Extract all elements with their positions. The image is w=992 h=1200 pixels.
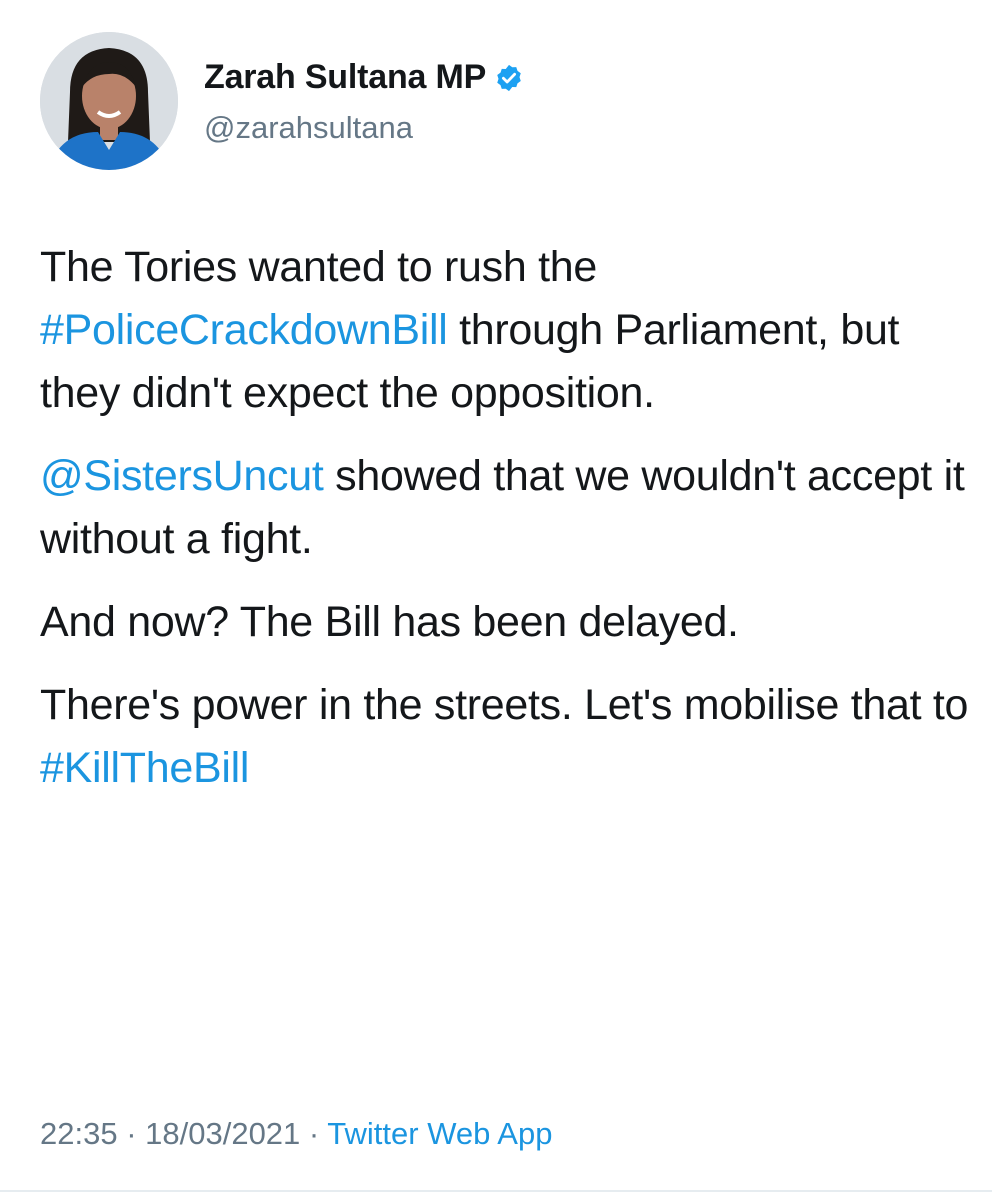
- tweet-date[interactable]: 18/03/2021: [145, 1116, 300, 1151]
- avatar[interactable]: [40, 32, 178, 170]
- tweet-meta: 22:35 · 18/03/2021 · Twitter Web App: [40, 1116, 552, 1152]
- tweet-paragraph: And now? The Bill has been delayed.: [40, 591, 970, 654]
- author-name-row[interactable]: Zarah Sultana MP: [204, 58, 524, 97]
- tweet-text-segment: There's power in the streets. Let's mobi…: [40, 681, 969, 729]
- tweet-time[interactable]: 22:35: [40, 1116, 118, 1151]
- tweet-text: The Tories wanted to rush the #PoliceCra…: [40, 236, 970, 820]
- meta-separator: ·: [117, 1116, 146, 1151]
- tweet-text-segment: And now? The Bill has been delayed.: [40, 598, 739, 646]
- hashtag-kill-the-bill-link[interactable]: #KillTheBill: [40, 744, 249, 792]
- tweet-source-link[interactable]: Twitter Web App: [327, 1116, 552, 1151]
- tweet-card: Zarah Sultana MP @zarahsultana The Torie…: [0, 0, 992, 1200]
- verified-badge-icon: [494, 63, 524, 93]
- author-display-name[interactable]: Zarah Sultana MP: [204, 58, 486, 97]
- meta-separator: ·: [300, 1116, 328, 1151]
- avatar-portrait: [40, 32, 178, 170]
- mention-sisters-uncut-link[interactable]: @SistersUncut: [40, 452, 324, 500]
- divider: [0, 1190, 992, 1192]
- author-handle[interactable]: @zarahsultana: [204, 110, 413, 146]
- tweet-paragraph: @SistersUncut showed that we wouldn't ac…: [40, 445, 970, 571]
- tweet-text-segment: The Tories wanted to rush the: [40, 243, 597, 291]
- hashtag-police-crackdown-bill-link[interactable]: #PoliceCrackdownBill: [40, 306, 448, 354]
- tweet-paragraph: The Tories wanted to rush the #PoliceCra…: [40, 236, 970, 425]
- tweet-paragraph: There's power in the streets. Let's mobi…: [40, 674, 970, 800]
